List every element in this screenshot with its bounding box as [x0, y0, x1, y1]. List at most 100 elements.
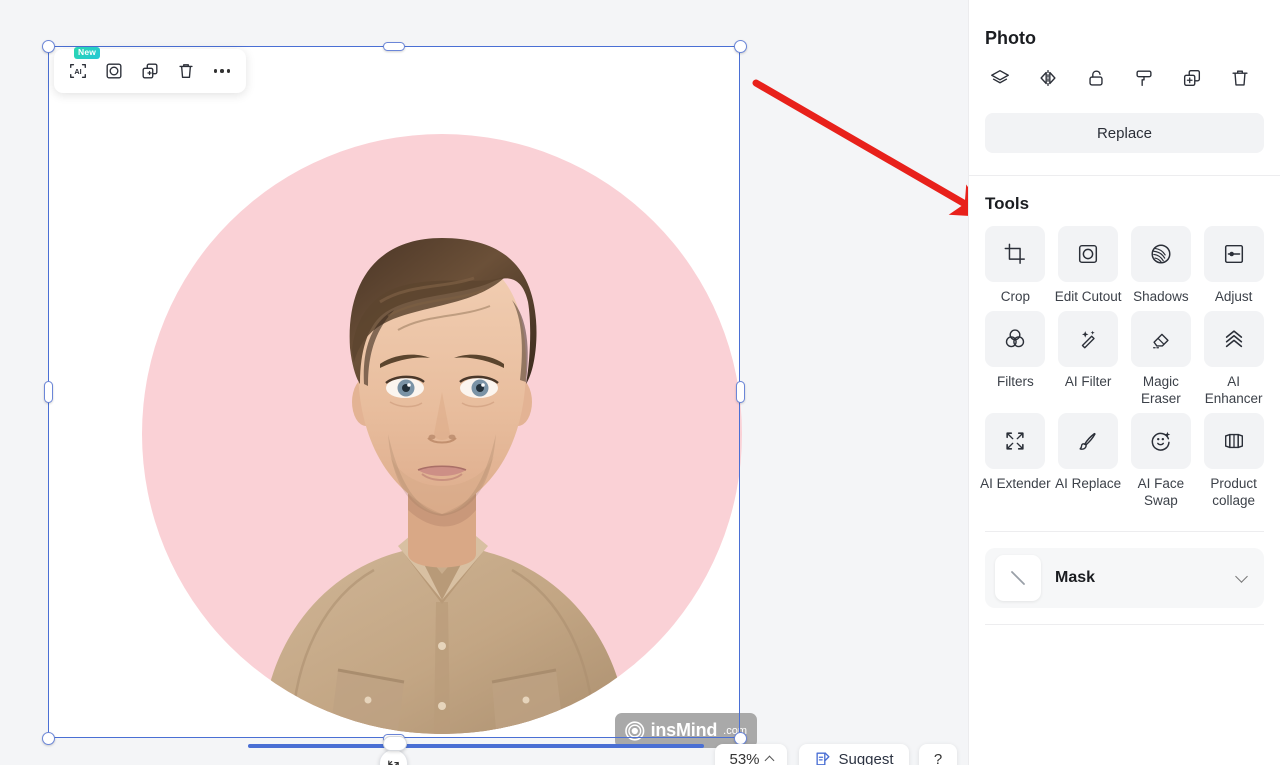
- insmind-editor: insMind .com New AI 53% Suggest ? Photo …: [0, 0, 1280, 765]
- resize-handle-middle-left[interactable]: [43, 381, 53, 403]
- edit-cutout-icon: [1079, 244, 1098, 264]
- divider: [985, 531, 1264, 533]
- pink-circle-backdrop[interactable]: [142, 134, 742, 734]
- ai-replace-icon: [1079, 433, 1096, 451]
- layers-button[interactable]: [985, 63, 1015, 93]
- tool-ai-replace[interactable]: AI Replace: [1052, 413, 1125, 509]
- resize-handle-middle-right[interactable]: [735, 381, 745, 403]
- resize-handle-bottom-left[interactable]: [41, 731, 55, 745]
- watermark-name: insMind: [650, 720, 718, 740]
- tool-label: AI Enhancer: [1204, 374, 1263, 406]
- trash-icon: [179, 64, 193, 79]
- duplicate-button[interactable]: [134, 55, 166, 87]
- tool-label: Edit Cutout: [1054, 289, 1122, 304]
- mask-label: Mask: [1055, 569, 1096, 587]
- tool-adjust[interactable]: Adjust: [1197, 226, 1270, 305]
- tool-shadows[interactable]: Shadows: [1125, 226, 1198, 305]
- flip-horizontal-button[interactable]: [1033, 63, 1063, 93]
- tool-label: Shadows: [1133, 289, 1189, 304]
- crop-icon: [1004, 243, 1026, 264]
- tool-product-collage[interactable]: Product collage: [1197, 413, 1270, 509]
- zoom-level-value: 53%: [729, 750, 760, 765]
- mask-section[interactable]: Mask: [985, 548, 1264, 609]
- rotate-handle[interactable]: [379, 749, 408, 765]
- duplicate-icon: [142, 63, 158, 79]
- tool-magic-eraser[interactable]: Magic Eraser: [1125, 311, 1198, 407]
- delete-panel-button[interactable]: [1225, 63, 1255, 93]
- tool-label: Magic Eraser: [1140, 374, 1181, 406]
- paint-roller-button[interactable]: [1129, 63, 1159, 93]
- tool-tile: [1058, 413, 1119, 470]
- ai-cutout-button[interactable]: New AI: [62, 47, 101, 87]
- zoom-slider-track[interactable]: [248, 744, 704, 748]
- paint-roller-icon: [1136, 70, 1152, 87]
- delete-button[interactable]: [170, 55, 202, 87]
- tool-label: Product collage: [1210, 476, 1257, 508]
- divider: [985, 624, 1264, 626]
- insmind-logo-icon: [625, 720, 645, 741]
- right-properties-panel: Photo Replace Tools Crop Edit Cutout Sha…: [968, 0, 1280, 765]
- shadows-icon: [1151, 244, 1171, 264]
- layers-icon: [991, 69, 1009, 84]
- ai-cutout-icon: AI: [70, 63, 86, 79]
- tool-tile: [1130, 413, 1191, 470]
- tool-tile: [1058, 311, 1119, 368]
- tool-filters[interactable]: Filters: [979, 311, 1052, 407]
- flip-horizontal-icon: [1040, 69, 1056, 87]
- tool-label: Filters: [997, 374, 1034, 390]
- tool-label: Crop: [1000, 289, 1030, 304]
- edit-cutout-button[interactable]: [98, 55, 130, 87]
- zoom-level-control[interactable]: 53%: [715, 744, 787, 765]
- tool-ai-face-swap[interactable]: AI Face Swap: [1125, 413, 1198, 509]
- no-mask-diagonal-icon: [1011, 571, 1025, 586]
- replace-button[interactable]: Replace: [985, 113, 1264, 153]
- tool-ai-extender[interactable]: AI Extender: [979, 413, 1052, 509]
- tool-tile: [1058, 226, 1119, 282]
- unlock-button[interactable]: [1081, 63, 1111, 93]
- tool-label: Adjust: [1214, 289, 1253, 304]
- resize-handle-bottom-right[interactable]: [733, 731, 747, 745]
- panel-title: Photo: [985, 28, 1036, 48]
- chevron-down-icon[interactable]: [1235, 569, 1248, 583]
- magic-eraser-icon: [1152, 334, 1169, 349]
- help-label: ?: [933, 750, 943, 765]
- object-floating-toolbar[interactable]: New AI: [54, 47, 246, 93]
- more-options-button[interactable]: [206, 55, 238, 87]
- artboard[interactable]: insMind .com: [48, 46, 757, 748]
- tool-crop[interactable]: Crop: [979, 226, 1052, 305]
- suggest-icon: [816, 752, 830, 765]
- suggest-label: Suggest: [838, 750, 894, 765]
- tool-tile: [985, 226, 1046, 282]
- panel-action-icons: [969, 49, 1280, 93]
- tool-ai-filter[interactable]: AI Filter: [1052, 311, 1125, 407]
- resize-handle-top-right[interactable]: [733, 39, 747, 53]
- replace-label: Replace: [1096, 124, 1153, 142]
- new-badge: New: [74, 47, 101, 59]
- tools-grid: Crop Edit Cutout Shadows Adjust Filters …: [969, 214, 1280, 509]
- ai-extender-icon: [1006, 432, 1025, 451]
- edit-cutout-icon: [106, 63, 122, 79]
- canvas-area[interactable]: insMind .com New AI 53% Suggest ?: [0, 0, 968, 765]
- trash-icon: [1232, 70, 1248, 86]
- resize-handle-top-left[interactable]: [41, 39, 55, 53]
- duplicate-panel-button[interactable]: [1177, 63, 1207, 93]
- tools-section-title: Tools: [985, 194, 1030, 213]
- suggest-button[interactable]: Suggest: [799, 744, 909, 765]
- ai-enhancer-icon: [1225, 330, 1242, 348]
- tool-tile: [1130, 311, 1191, 368]
- tool-tile: [1203, 226, 1264, 282]
- zoom-slider-knob[interactable]: [383, 736, 407, 751]
- portrait-photo[interactable]: [142, 134, 742, 734]
- help-button[interactable]: ?: [919, 744, 957, 765]
- filters-icon: [1006, 329, 1025, 348]
- tool-tile: [1203, 413, 1264, 470]
- tool-tile: [985, 413, 1046, 470]
- tool-ai-enhancer[interactable]: AI Enhancer: [1197, 311, 1270, 407]
- tool-edit-cutout[interactable]: Edit Cutout: [1052, 226, 1125, 305]
- tool-tile: [1130, 226, 1191, 282]
- product-collage-icon: [1224, 434, 1243, 449]
- resize-handle-top-middle[interactable]: [383, 41, 405, 51]
- mask-thumbnail[interactable]: [995, 555, 1041, 602]
- chevron-up-icon: [764, 755, 774, 765]
- svg-text:AI: AI: [74, 67, 81, 76]
